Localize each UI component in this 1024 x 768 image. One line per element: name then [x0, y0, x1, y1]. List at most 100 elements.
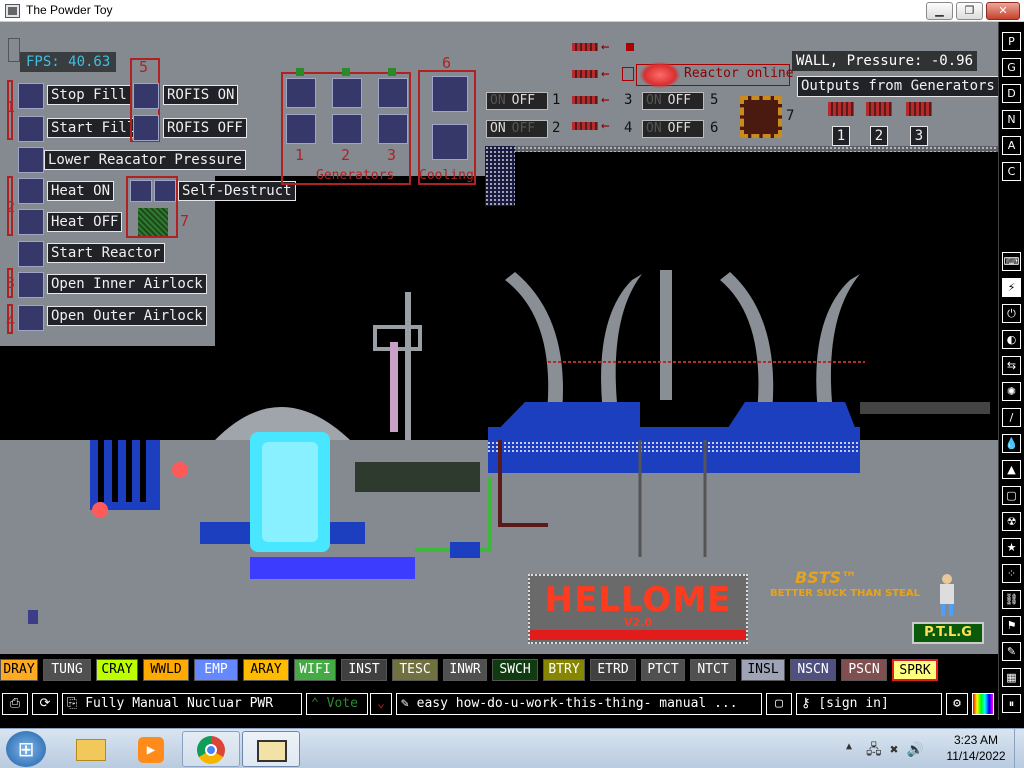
settings-icon[interactable]: ⚙: [946, 693, 968, 715]
window-titlebar: The Powder Toy ▁ ❐ ✕: [0, 0, 1024, 22]
stickman-figure: [936, 574, 958, 616]
show-desktop-button[interactable]: [1014, 729, 1024, 768]
explosives-category-icon[interactable]: ✺: [1002, 382, 1021, 401]
sidebar-button-d[interactable]: D: [1002, 84, 1021, 103]
pause-icon[interactable]: ⏸: [1002, 694, 1021, 713]
heater-glow-2: [92, 502, 108, 518]
force-category-icon[interactable]: ⇆: [1002, 356, 1021, 375]
solids-category-icon[interactable]: ▢: [1002, 486, 1021, 505]
sign-in-label: [sign in]: [818, 696, 889, 711]
search-elements-icon[interactable]: ⌨: [1002, 252, 1021, 271]
special-category-icon[interactable]: ★: [1002, 538, 1021, 557]
element-swch[interactable]: SWCH: [492, 659, 538, 681]
sensors-category-icon[interactable]: ◐: [1002, 330, 1021, 349]
element-tesc[interactable]: TESC: [392, 659, 438, 681]
powder-toy-taskbar[interactable]: [242, 731, 300, 767]
element-ntct[interactable]: NTCT: [690, 659, 736, 681]
sidebar-button-c[interactable]: C: [1002, 162, 1021, 181]
sidebar-button-g[interactable]: G: [1002, 58, 1021, 77]
start-button[interactable]: ⊞: [6, 731, 46, 767]
sidebar-button-p[interactable]: P: [1002, 32, 1021, 51]
thumb-up-icon: ⌃: [311, 696, 319, 711]
bsts-subtitle: BETTER SUCK THAN STEAL: [770, 588, 920, 599]
sign-in-button[interactable]: ⚷ [sign in]: [796, 693, 942, 715]
hellome-version: V2.0: [624, 616, 652, 629]
clock-time[interactable]: 3:23 AM: [946, 733, 1006, 747]
liquids-category-icon[interactable]: 💧: [1002, 434, 1021, 453]
favorites-category-icon[interactable]: ⚑: [1002, 616, 1021, 635]
hellome-title: HELLOME: [544, 580, 732, 620]
small-marker: [28, 610, 38, 624]
element-etrd[interactable]: ETRD: [590, 659, 636, 681]
element-cray[interactable]: CRAY: [96, 659, 138, 681]
render-options-icon[interactable]: [972, 693, 994, 715]
element-inst[interactable]: INST: [341, 659, 387, 681]
windows-taskbar: ⊞ ▶ ▲ 🖧 ✖ 🔊 3:23 AM 11/14/2022: [0, 728, 1024, 768]
bottom-bar: ⎙ ⟳ ⎘ Fully Manual Nucluar PWR ⌃ Vote ⌄ …: [0, 688, 998, 720]
sidebar-button-n[interactable]: N: [1002, 110, 1021, 129]
vote-down-button[interactable]: ⌄: [370, 693, 392, 715]
clock-date[interactable]: 11/14/2022: [940, 749, 1012, 763]
powder-toy-app-icon: [5, 4, 20, 18]
media-player-taskbar[interactable]: ▶: [122, 731, 180, 767]
save-icon: ⎘: [67, 696, 78, 711]
element-emp[interactable]: EMP: [194, 659, 238, 681]
key-icon: ⚷: [801, 696, 811, 711]
vote-up-button[interactable]: ⌃ Vote: [306, 693, 368, 715]
close-button[interactable]: ✕: [986, 2, 1020, 20]
save-name: Fully Manual Nucluar PWR: [85, 696, 274, 711]
power-category-icon[interactable]: ⏻: [1002, 304, 1021, 323]
sidebar-button-a[interactable]: A: [1002, 136, 1021, 155]
element-nscn[interactable]: NSCN: [790, 659, 836, 681]
element-inwr[interactable]: INWR: [443, 659, 487, 681]
ptlg-badge: P.T.L.G: [912, 622, 984, 644]
element-dray[interactable]: DRAY: [0, 659, 38, 681]
save-name-field[interactable]: ⎘ Fully Manual Nucluar PWR: [62, 693, 302, 715]
heater-glow-1: [172, 462, 188, 478]
water-pool-dither: [488, 440, 860, 454]
chrome-taskbar[interactable]: [182, 731, 240, 767]
element-wwld[interactable]: WWLD: [143, 659, 189, 681]
catwalk: [860, 402, 990, 414]
media-player-icon: ▶: [138, 737, 164, 763]
tag-icon: ✎: [401, 696, 409, 711]
maximize-button[interactable]: ❐: [956, 2, 983, 20]
open-saves-icon[interactable]: ⎙: [2, 693, 28, 715]
tags-field[interactable]: ✎ easy how-do-u-work-this-thing- manual …: [396, 693, 762, 715]
element-insl[interactable]: INSL: [741, 659, 785, 681]
pump-block: [450, 542, 480, 558]
bsts-logo: BSTS™: [795, 568, 858, 587]
life-category-icon[interactable]: ⁘: [1002, 564, 1021, 583]
element-aray[interactable]: ARAY: [243, 659, 289, 681]
tools-category-icon[interactable]: ⛓: [1002, 590, 1021, 609]
element-pscn[interactable]: PSCN: [841, 659, 887, 681]
file-explorer-taskbar[interactable]: [62, 731, 120, 767]
gases-category-icon[interactable]: /: [1002, 408, 1021, 427]
vote-label: Vote: [326, 696, 358, 711]
element-bar: DRAY TUNG CRAY WWLD EMP ARAY WIFI INST TESC INWR S…: [0, 654, 998, 688]
tray-icons[interactable]: 🖧 ✖ 🔊: [866, 739, 924, 763]
radioactive-category-icon[interactable]: ☢: [1002, 512, 1021, 531]
new-simulation-icon[interactable]: ▢: [766, 693, 792, 715]
tool-sidebar: P G D N A C ⌨ ⚡ ⏻ ◐ ⇆ ✺ / 💧 ▲ ▢ ☢ ★ ⁘ ⛓ …: [998, 22, 1024, 720]
simulation-canvas[interactable]: FPS: 40.63 WALL, Pressure: -0.96 Outputs…: [0, 22, 998, 654]
powders-category-icon[interactable]: ▲: [1002, 460, 1021, 479]
tray-expand-icon[interactable]: ▲: [846, 741, 852, 752]
decoration-category-icon[interactable]: ✎: [1002, 642, 1021, 661]
tower-pole: [405, 292, 411, 440]
hellome-logo: HELLOME V2.0: [528, 574, 748, 644]
element-tung[interactable]: TUNG: [43, 659, 91, 681]
electronics-category-icon[interactable]: ⚡: [1002, 278, 1021, 297]
minimize-button[interactable]: ▁: [926, 2, 953, 20]
reactor-scene: [28, 270, 990, 624]
element-wifi[interactable]: WIFI: [294, 659, 336, 681]
element-btry[interactable]: BTRY: [543, 659, 585, 681]
element-ptct[interactable]: PTCT: [641, 659, 685, 681]
chrome-icon: [197, 736, 225, 764]
hellome-bar: [530, 630, 746, 640]
element-sprk[interactable]: SPRK: [892, 659, 938, 681]
turbine-bay: [355, 462, 480, 492]
reload-icon[interactable]: ⟳: [32, 693, 58, 715]
tags-text: easy how-do-u-work-this-thing- manual ..…: [416, 696, 738, 711]
deco-color-icon[interactable]: ▦: [1002, 668, 1021, 687]
